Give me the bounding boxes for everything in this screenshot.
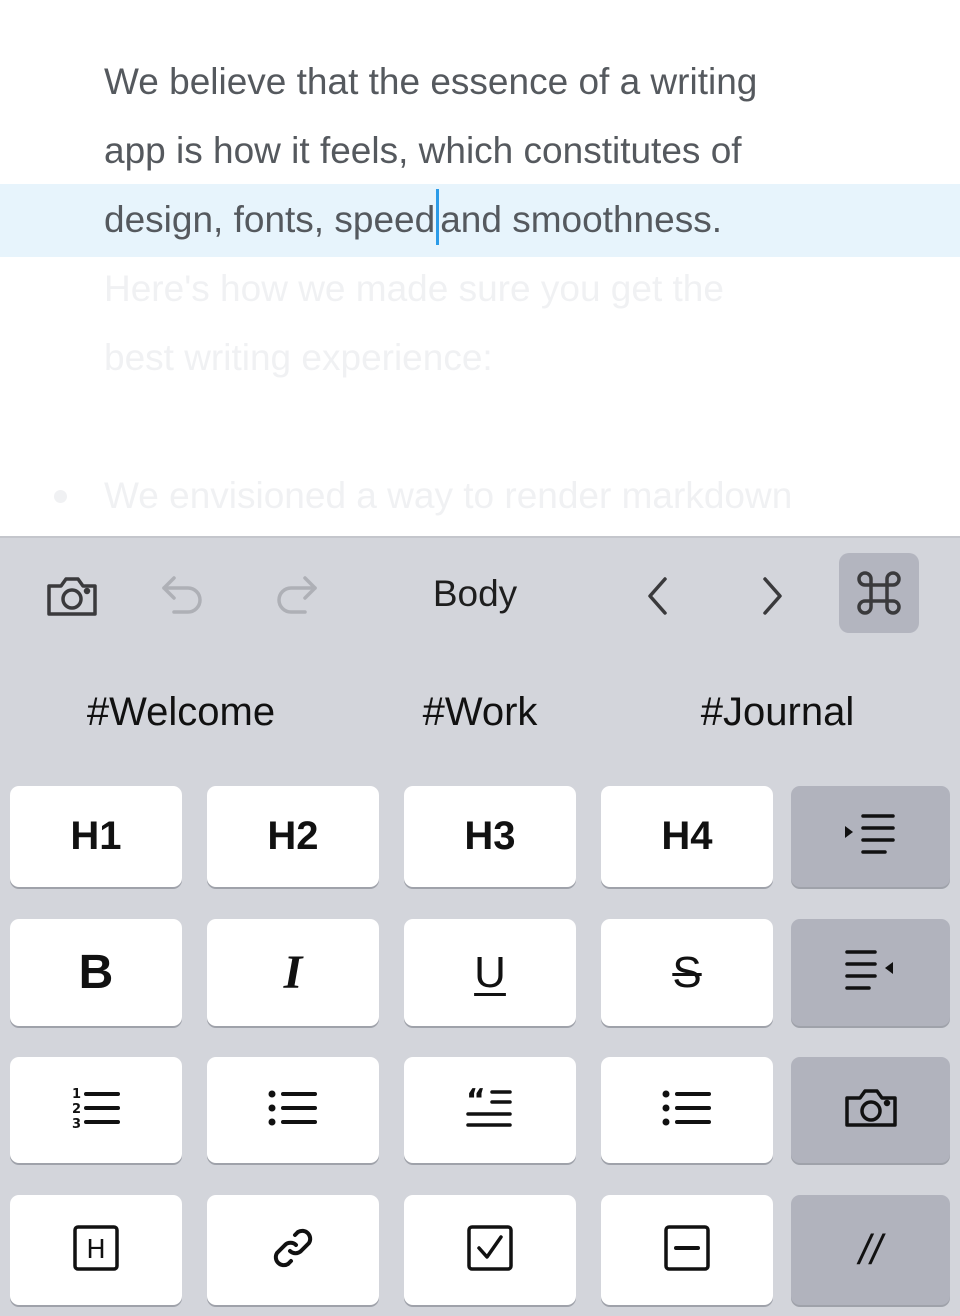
bullet-list-alt-key[interactable] (601, 1057, 773, 1163)
link-key[interactable] (207, 1195, 379, 1305)
command-button[interactable] (839, 553, 919, 633)
numbered-list-key[interactable]: 123 (10, 1057, 182, 1163)
strikethrough-key[interactable]: S (601, 919, 773, 1026)
key-label: H2 (267, 814, 319, 858)
outdent-icon (843, 948, 899, 997)
svg-text:1: 1 (72, 1087, 81, 1102)
editor-area[interactable]: We believe that the essence of a writing… (0, 0, 960, 536)
indent-icon (843, 812, 899, 861)
chevron-left-icon (645, 576, 671, 616)
heading-marker-key[interactable]: H (10, 1195, 182, 1305)
numbered-list-icon: 123 (70, 1086, 122, 1135)
command-icon (855, 569, 903, 617)
redo-button[interactable] (268, 568, 324, 624)
line-text-after-cursor: and smoothness. (440, 199, 722, 240)
italic-key[interactable]: I (207, 919, 379, 1026)
undo-icon (160, 574, 206, 618)
key-label: B (78, 946, 114, 999)
camera-button[interactable] (40, 568, 104, 624)
previous-button[interactable] (632, 568, 684, 624)
heading-box-icon: H (72, 1224, 120, 1277)
bullet-list-key[interactable] (207, 1057, 379, 1163)
bullet-list-icon (267, 1088, 319, 1133)
checkbox-icon (466, 1224, 514, 1277)
key-label: H3 (464, 814, 516, 858)
key-label: H1 (70, 814, 122, 858)
heading-2-key[interactable]: H2 (207, 786, 379, 887)
quote-icon: “ (464, 1083, 516, 1135)
svg-text:3: 3 (72, 1117, 81, 1130)
key-label: S (672, 947, 702, 997)
bold-key[interactable]: B (10, 919, 182, 1026)
bullet-list-icon (661, 1088, 713, 1133)
tag-suggestion-work[interactable]: #Work (380, 686, 580, 738)
editor-line-4[interactable]: Here's how we made sure you get the (104, 254, 724, 323)
quote-key[interactable]: “ (404, 1057, 576, 1163)
editor-line-5[interactable]: best writing experience: (104, 323, 493, 392)
camera-icon (843, 1087, 899, 1134)
svg-text:H: H (86, 1235, 106, 1265)
redo-icon (273, 574, 319, 618)
comment-key[interactable]: // (791, 1195, 950, 1305)
heading-1-key[interactable]: H1 (10, 786, 182, 887)
svg-text:2: 2 (72, 1102, 81, 1117)
bullet-icon (54, 490, 67, 503)
editor-bullet-line[interactable]: We envisioned a way to render markdown (104, 461, 792, 530)
outdent-key[interactable] (791, 919, 950, 1026)
undo-button[interactable] (155, 568, 211, 624)
tag-suggestion-journal[interactable]: #Journal (670, 686, 885, 738)
key-label: H4 (661, 814, 713, 858)
heading-3-key[interactable]: H3 (404, 786, 576, 887)
link-icon (268, 1223, 318, 1278)
format-toolbar: Body (0, 538, 960, 650)
camera-icon (45, 574, 99, 618)
key-label: // (858, 1226, 883, 1273)
formatting-keyboard: Body #Welcome #Work #Journal H1 H2 H3 H4… (0, 536, 960, 1316)
text-cursor (436, 189, 440, 245)
chevron-right-icon (759, 576, 785, 616)
tag-suggestion-welcome[interactable]: #Welcome (60, 686, 302, 738)
indent-key[interactable] (791, 786, 950, 887)
heading-4-key[interactable]: H4 (601, 786, 773, 887)
editor-line-3[interactable]: design, fonts, speed and smoothness. (104, 185, 722, 254)
underline-key[interactable]: U (404, 919, 576, 1026)
next-button[interactable] (746, 568, 798, 624)
key-label: I (283, 946, 303, 999)
line-text-before-cursor: design, fonts, speed (104, 199, 436, 240)
paragraph-style-selector[interactable]: Body (400, 568, 550, 620)
editor-line-1[interactable]: We believe that the essence of a writing (104, 47, 757, 116)
editor-line-2[interactable]: app is how it feels, which constitutes o… (104, 116, 742, 185)
minus-box-icon (663, 1224, 711, 1277)
horizontal-rule-key[interactable] (601, 1195, 773, 1305)
todo-checkbox-key[interactable] (404, 1195, 576, 1305)
key-label: U (474, 947, 506, 997)
insert-photo-key[interactable] (791, 1057, 950, 1163)
